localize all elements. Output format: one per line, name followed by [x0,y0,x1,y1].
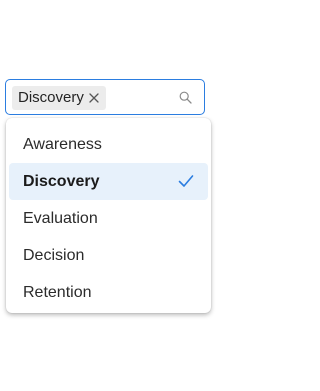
checkmark-icon [178,174,194,188]
option-label: Awareness [23,135,102,153]
option-label: Retention [23,283,92,301]
page: Discovery Awareness Discovery Evaluation… [0,0,220,391]
search-icon [179,91,192,104]
option-decision[interactable]: Decision [9,237,208,274]
option-evaluation[interactable]: Evaluation [9,200,208,237]
stage-combobox[interactable]: Discovery [5,79,205,115]
options-listbox: Awareness Discovery Evaluation Decision … [6,118,211,313]
option-label: Discovery [23,172,100,190]
option-retention[interactable]: Retention [9,274,208,311]
close-icon[interactable] [88,92,100,104]
option-discovery[interactable]: Discovery [9,163,208,200]
selected-chip-label: Discovery [18,89,84,106]
selected-chip: Discovery [12,86,106,110]
option-awareness[interactable]: Awareness [9,126,208,163]
option-label: Decision [23,246,85,264]
option-label: Evaluation [23,209,98,227]
